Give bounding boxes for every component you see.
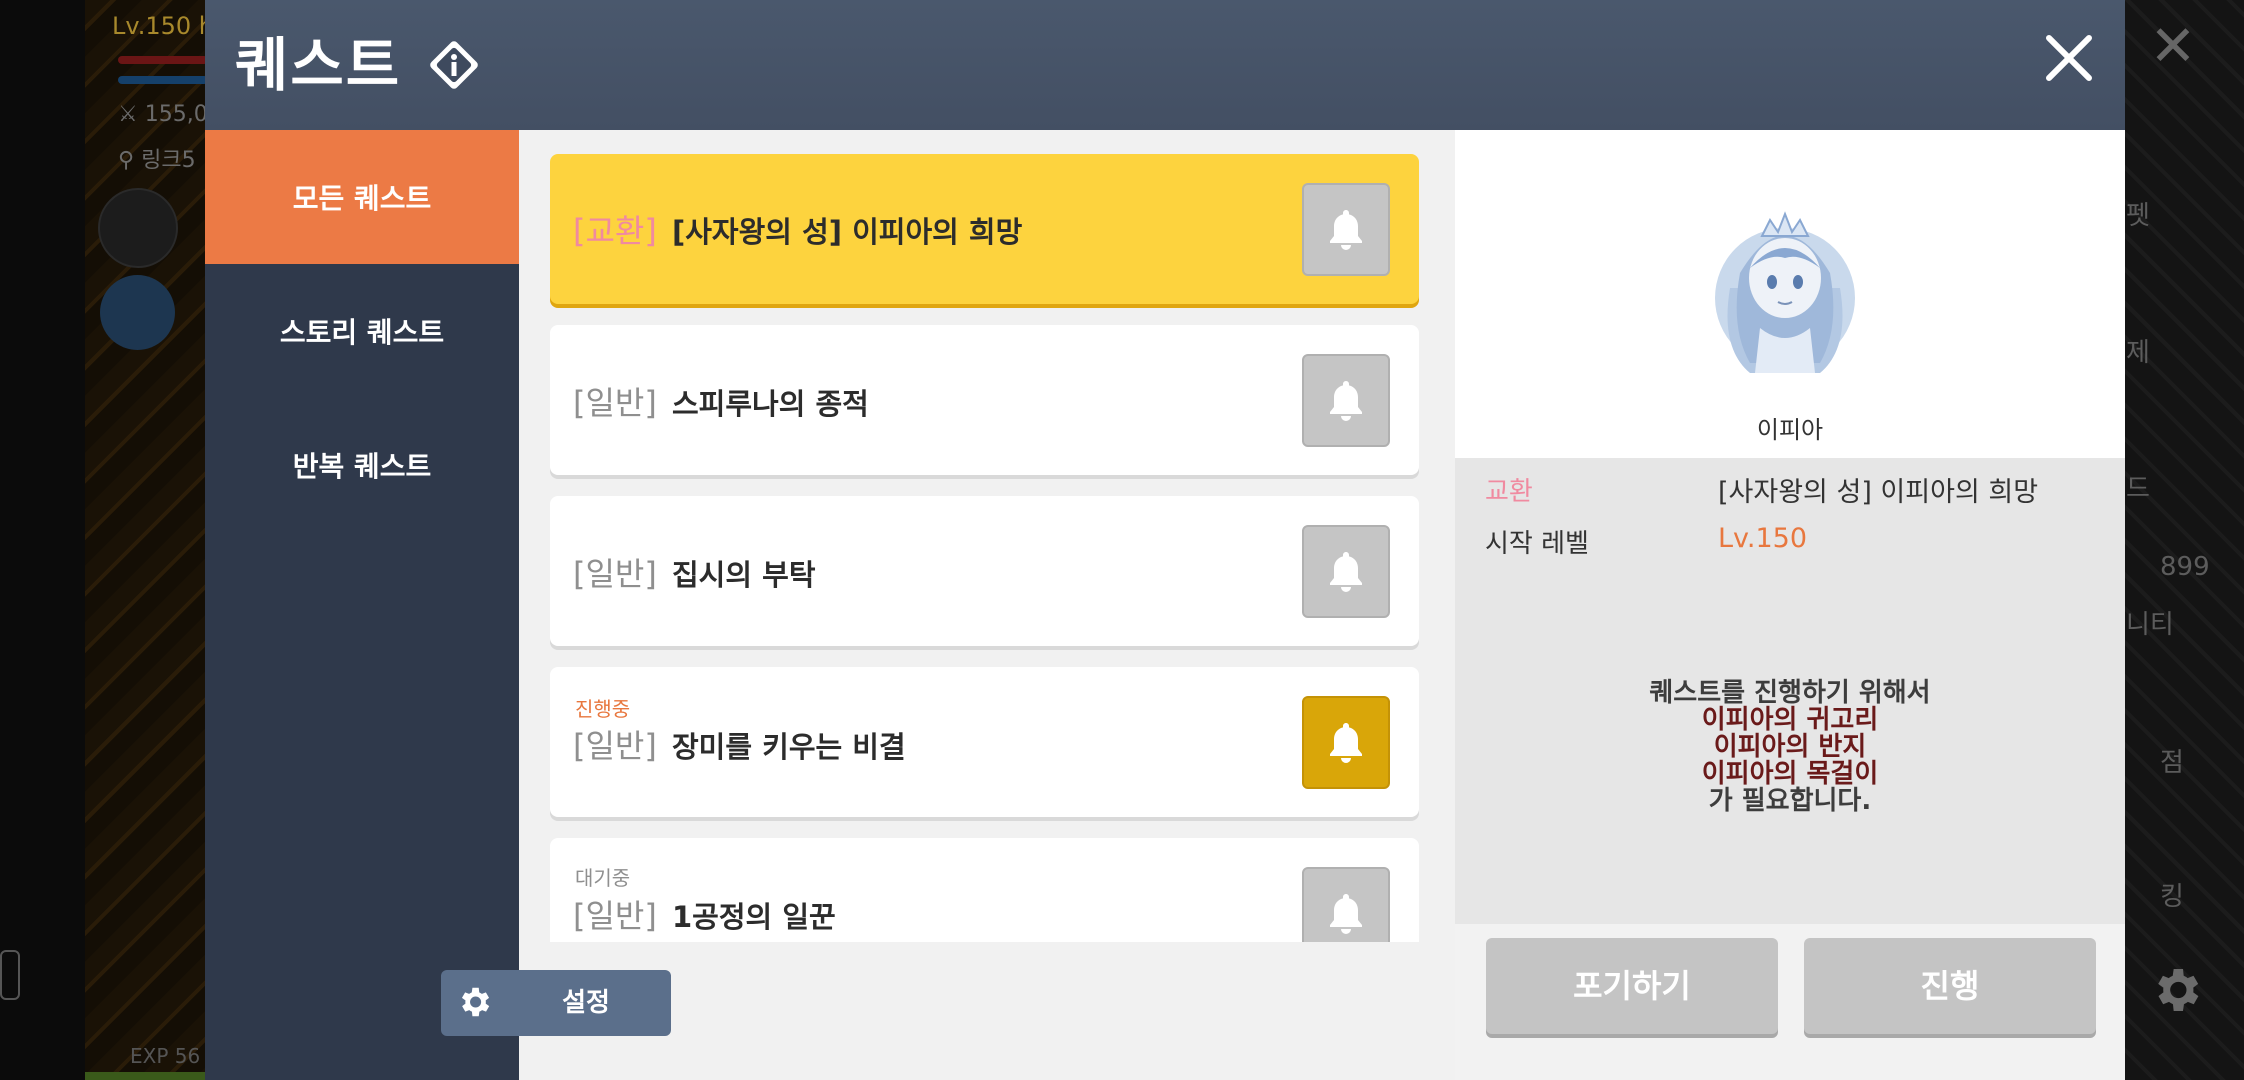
quest-name: [사자왕의 성] 이피아의 희망 [672,215,1023,249]
background-location-text: ⚲ 링크5 [118,148,196,173]
quest-type-tag: 교환 [1485,477,1533,507]
game-screen: Lv.150 h ⚔ 155,0 ⚲ 링크5 EXP 56 ✕ 펫 제 드 89… [0,0,2244,1080]
start-level-label: 시작 레벨 [1485,529,1589,559]
background-menu-label: 드 [2126,474,2150,504]
close-button[interactable] [2041,30,2097,86]
quest-alarm-button[interactable] [1302,867,1390,942]
info-diamond-icon[interactable] [426,37,482,93]
settings-label: 설정 [562,988,610,1018]
background-close-icon: ✕ [2149,14,2197,79]
quest-alarm-button[interactable] [1302,354,1390,447]
background-right-strip [2124,0,2244,1080]
quest-requirement-text: 퀘스트를 진행하기 위해서 이피아의 귀고리 이피아의 반지 이피아의 목걸이 … [1455,680,2125,815]
background-gear-icon [2158,969,2199,1011]
requirement-item: 이피아의 귀고리 [1701,705,1879,735]
quest-category-sidebar: 모든 퀘스트 스토리 퀘스트 반복 퀘스트 [205,130,519,1080]
quest-title: [사자왕의 성] 이피아의 희망 [1718,477,2039,508]
requirement-item: 이피아의 목걸이 [1701,759,1879,789]
bell-icon [1330,551,1362,592]
quest-card[interactable]: 대기중 [일반] 1공정의 일꾼 [550,838,1419,942]
quest-list[interactable]: [교환] [사자왕의 성] 이피아의 희망 [일반] 스피루나의 종적 [일반]… [519,130,1455,942]
gear-icon [461,987,490,1017]
background-menu-label: 점 [2160,748,2184,778]
requirement-outro: 가 필요합니다. [1708,786,1872,816]
background-mp-bar [118,76,208,84]
requirement-item: 이피아의 반지 [1713,732,1867,762]
dialog-title: 퀘스트 [235,31,402,99]
background-location-value: 링크5 [141,148,196,173]
background-left-frame [0,950,20,1000]
background-power-value: 155,0 [144,102,208,127]
background-exp-bar [85,1072,205,1080]
quest-detail-panel: 이피아 교환 [사자왕의 성] 이피아의 희망 시작 레벨 Lv.150 퀘스트… [1455,130,2125,1080]
tab-all-quests[interactable]: 모든 퀘스트 [205,130,519,264]
quest-card[interactable]: 진행중 [일반] 장미를 키우는 비결 [550,667,1419,817]
quest-status-label: 대기중 [575,866,631,890]
quest-dialog: 퀘스트 모든 퀘스트 스토리 퀘스트 반복 퀘스트 [교환] [사자왕의 성] … [205,0,2125,1080]
npc-info-box: 이피아 [1455,130,2125,458]
background-menu-label: 펫 [2126,201,2150,231]
quest-name: 1공정의 일꾼 [672,900,836,934]
quest-action-area: 포기하기 진행 [1455,924,2125,1080]
quest-type-label: [일반] [573,897,657,935]
background-exp-text: EXP 56 [130,1044,201,1068]
quest-type-label: [일반] [573,727,657,765]
quest-name: 장미를 키우는 비결 [672,730,906,764]
quest-alarm-button[interactable] [1302,183,1390,276]
requirement-intro: 퀘스트를 진행하기 위해서 [1649,678,1931,708]
background-power-text: ⚔ 155,0 [118,102,208,127]
background-back-button [98,188,178,268]
tab-repeat-quests[interactable]: 반복 퀘스트 [205,398,519,532]
npc-portrait [1715,211,1855,373]
background-menu-label: 킹 [2160,882,2184,912]
background-menu-label: 니티 [2126,610,2174,640]
quest-type-label: [일반] [573,384,657,422]
quest-name: 집시의 부탁 [672,558,816,592]
background-menu-label: 제 [2126,338,2150,368]
bell-icon [1330,380,1362,421]
quest-status-label: 진행중 [575,697,631,721]
quest-name: 스피루나의 종적 [672,387,869,421]
background-menu-label: 899 [2160,552,2210,582]
background-hp-bar [118,56,208,64]
dialog-header: 퀘스트 [205,0,2125,130]
quest-card[interactable]: [일반] 집시의 부탁 [550,496,1419,646]
close-icon [2046,35,2092,81]
start-level-value: Lv.150 [1718,523,1808,554]
quest-alarm-button[interactable] [1302,525,1390,618]
quest-type-label: [일반] [573,555,657,593]
bell-icon [1330,722,1362,763]
quest-alarm-button[interactable] [1302,696,1390,789]
bell-icon [1330,209,1362,250]
quest-card[interactable]: [교환] [사자왕의 성] 이피아의 희망 [550,154,1419,304]
tab-story-quests[interactable]: 스토리 퀘스트 [205,264,519,398]
background-level-text: Lv.150 h [112,12,214,40]
settings-button[interactable]: 설정 [441,970,671,1036]
bell-icon [1330,893,1362,934]
proceed-button[interactable]: 진행 [1804,938,2096,1034]
quest-card[interactable]: [일반] 스피루나의 종적 [550,325,1419,475]
quest-list-panel: [교환] [사자왕의 성] 이피아의 희망 [일반] 스피루나의 종적 [일반]… [519,130,1455,1080]
quest-type-label: [교환] [573,212,657,250]
npc-name: 이피아 [1756,416,1824,444]
abandon-button[interactable]: 포기하기 [1486,938,1778,1034]
background-portal-icon [100,275,175,350]
